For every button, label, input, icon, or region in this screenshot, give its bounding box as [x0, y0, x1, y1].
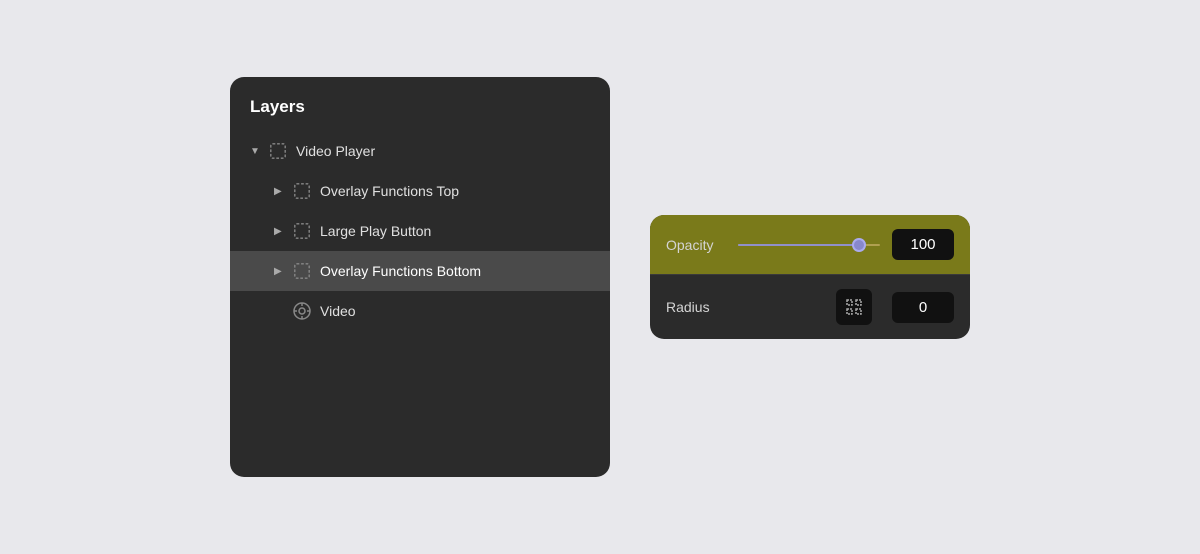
chevron-icon: ▶: [274, 226, 284, 237]
properties-panel: Opacity 100 Radius 0: [650, 215, 970, 339]
radius-icon-button[interactable]: [836, 289, 872, 325]
layer-item-video-player[interactable]: ▼ Video Player: [230, 131, 610, 171]
layer-name: Video: [320, 303, 356, 319]
dashed-box-icon: [268, 141, 288, 161]
opacity-label: Opacity: [666, 237, 726, 253]
layer-name: Video Player: [296, 143, 375, 159]
layers-panel-title: Layers: [230, 97, 610, 131]
chevron-icon: ▶: [274, 186, 284, 197]
radius-label: Radius: [666, 299, 726, 315]
layer-name: Overlay Functions Top: [320, 183, 459, 199]
layer-item-video[interactable]: Video: [230, 291, 610, 331]
layer-item-large-play-button[interactable]: ▶ Large Play Button: [230, 211, 610, 251]
dashed-box-icon: [292, 221, 312, 241]
opacity-slider[interactable]: [738, 235, 880, 255]
opacity-row: Opacity 100: [650, 215, 970, 274]
opacity-value[interactable]: 100: [892, 229, 954, 260]
layer-item-overlay-functions-bottom[interactable]: ▶ Overlay Functions Bottom: [230, 251, 610, 291]
layers-list: ▼ Video Player▶ Overlay Functions Top▶ L…: [230, 131, 610, 331]
chevron-icon: ▼: [250, 146, 260, 157]
layers-panel: Layers ▼ Video Player▶ Overlay Functions…: [230, 77, 610, 477]
radius-row: Radius 0: [650, 275, 970, 339]
slider-fill: [738, 244, 859, 246]
layer-name: Large Play Button: [320, 223, 431, 239]
slider-thumb[interactable]: [852, 238, 866, 252]
radius-value[interactable]: 0: [892, 292, 954, 323]
dashed-box-icon: [292, 261, 312, 281]
slider-track: [738, 244, 880, 246]
video-icon: [292, 301, 312, 321]
layer-item-overlay-functions-top[interactable]: ▶ Overlay Functions Top: [230, 171, 610, 211]
radius-icon: [845, 298, 863, 316]
chevron-icon: ▶: [274, 266, 284, 277]
layer-name: Overlay Functions Bottom: [320, 263, 481, 279]
dashed-box-icon: [292, 181, 312, 201]
